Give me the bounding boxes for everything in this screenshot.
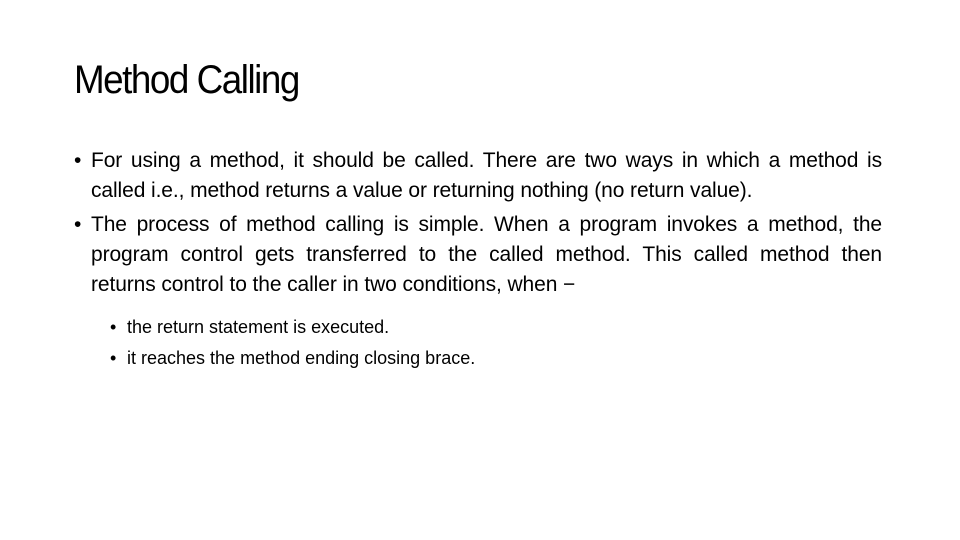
bullet-text: The process of method calling is simple.… xyxy=(91,213,882,296)
sub-bullet-item: • the return statement is executed. xyxy=(110,312,882,343)
bullet-icon: • xyxy=(74,149,82,172)
bullet-icon: • xyxy=(74,213,82,236)
sub-bullet-list: • the return statement is executed. • it… xyxy=(110,312,882,374)
bullet-item: • The process of method calling is simpl… xyxy=(74,210,882,300)
bullet-icon: • xyxy=(110,348,117,368)
slide-title: Method Calling xyxy=(74,58,300,102)
sub-bullet-text: it reaches the method ending closing bra… xyxy=(127,348,476,368)
slide-body: • For using a method, it should be calle… xyxy=(74,146,882,374)
bullet-icon: • xyxy=(110,317,117,337)
bullet-text: For using a method, it should be called.… xyxy=(91,149,882,202)
slide: Method Calling • For using a method, it … xyxy=(0,0,960,540)
sub-bullet-text: the return statement is executed. xyxy=(127,317,390,337)
sub-bullet-item: • it reaches the method ending closing b… xyxy=(110,343,882,374)
bullet-item: • For using a method, it should be calle… xyxy=(74,146,882,206)
